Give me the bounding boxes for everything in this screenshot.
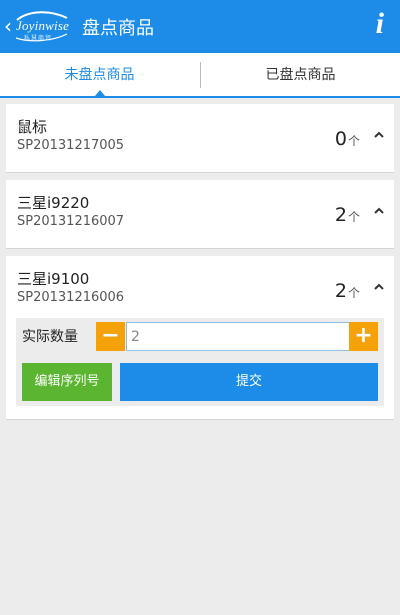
- chevron-up-icon[interactable]: [374, 130, 384, 140]
- quantity-input[interactable]: [126, 322, 352, 351]
- edit-serial-button[interactable]: 编辑序列号: [22, 363, 112, 401]
- actual-quantity-label: 实际数量: [22, 329, 78, 345]
- item-name: 三星i9220: [17, 194, 90, 212]
- quantity-value: 2: [334, 204, 347, 226]
- increment-button[interactable]: +: [349, 322, 378, 351]
- item-name: 鼠标: [17, 118, 48, 136]
- item-code: SP20131216007: [17, 214, 125, 229]
- quantity-value: 0: [334, 128, 347, 150]
- quantity-unit: 个: [347, 286, 360, 300]
- item-code: SP20131217005: [17, 138, 125, 153]
- active-tab-pointer-icon: [95, 90, 105, 96]
- decrement-button[interactable]: −: [96, 322, 125, 351]
- list-item-expanded[interactable]: 三星i9100 SP20131216006 2个 实际数量 − + 编辑序列号 …: [6, 256, 394, 420]
- plus-icon: +: [354, 323, 373, 348]
- item-code: SP20131216006: [17, 290, 125, 305]
- quantity-unit: 个: [347, 134, 360, 148]
- logo-subtitle: 私慧商贸: [24, 35, 53, 42]
- item-name: 三星i9100: [17, 270, 90, 288]
- item-quantity: 2个: [335, 204, 360, 226]
- page-title: 盘点商品: [82, 18, 154, 39]
- tab-counted[interactable]: 已盘点商品: [201, 53, 400, 97]
- app-header: ‹ Joyinwise 私慧商贸 盘点商品 i: [0, 0, 400, 53]
- quantity-value: 2: [334, 280, 347, 302]
- chevron-up-icon[interactable]: [374, 206, 384, 216]
- logo-text: Joyinwise: [16, 18, 70, 33]
- item-quantity: 0个: [335, 128, 360, 150]
- list-item[interactable]: 三星i9220 SP20131216007 2个: [6, 180, 394, 249]
- info-icon[interactable]: i: [376, 9, 384, 39]
- quantity-edit-panel: 实际数量 − + 编辑序列号 提交: [16, 318, 384, 406]
- quantity-unit: 个: [347, 210, 360, 224]
- list-item[interactable]: 鼠标 SP20131217005 0个: [6, 104, 394, 173]
- tab-underline: [0, 96, 400, 98]
- item-quantity: 2个: [335, 280, 360, 302]
- submit-button[interactable]: 提交: [120, 363, 378, 401]
- back-logo-button[interactable]: ‹ Joyinwise 私慧商贸: [4, 8, 70, 44]
- chevron-up-icon[interactable]: [374, 282, 384, 292]
- minus-icon: −: [101, 323, 120, 348]
- tab-bar: 未盘点商品 已盘点商品: [0, 53, 400, 98]
- back-chevron-icon[interactable]: ‹: [4, 16, 12, 36]
